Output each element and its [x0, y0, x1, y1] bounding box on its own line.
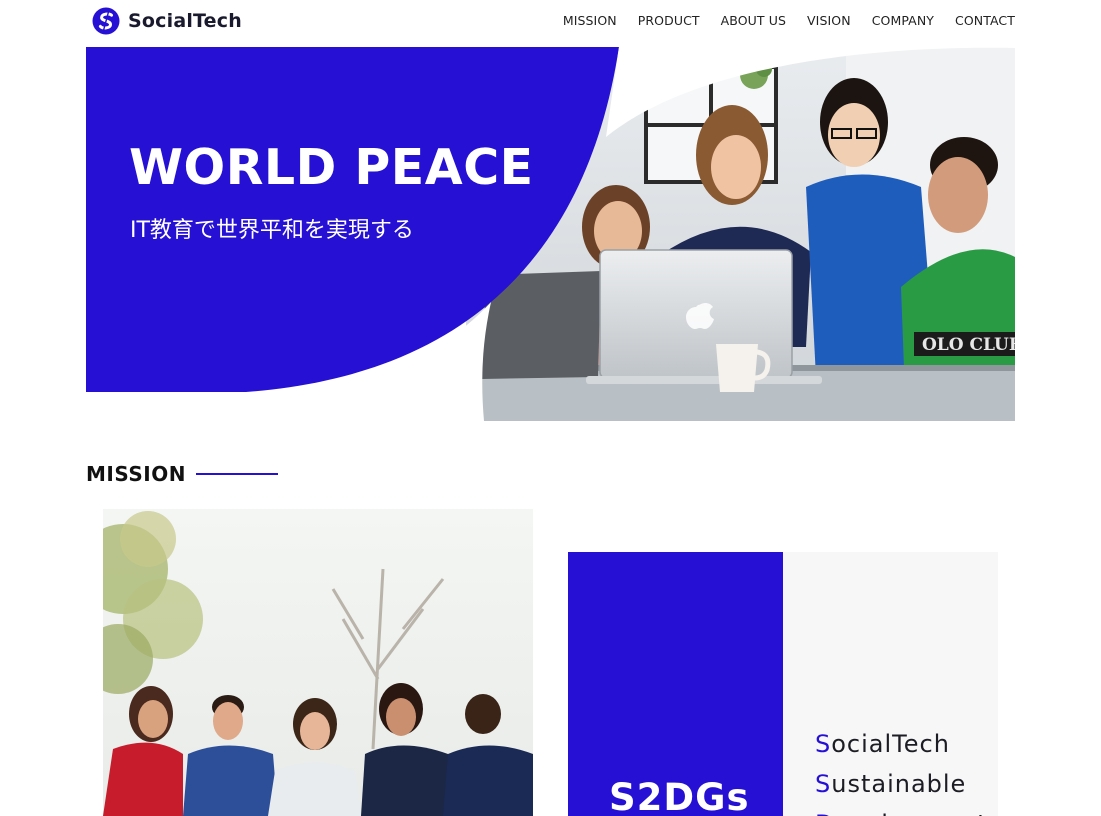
brand-logo[interactable]: SocialTech: [92, 7, 242, 35]
nav-company[interactable]: COMPANY: [872, 13, 934, 28]
nav-about-us[interactable]: ABOUT US: [721, 13, 786, 28]
nav-mission[interactable]: MISSION: [563, 13, 617, 28]
nav-product[interactable]: PRODUCT: [638, 13, 700, 28]
nav-vision[interactable]: VISION: [807, 13, 851, 28]
mission-heading: MISSION: [86, 462, 278, 486]
acronym-list: SocialTech Sustainable Development: [815, 724, 988, 816]
nav-contact[interactable]: CONTACT: [955, 13, 1015, 28]
acronym-line: Sustainable: [815, 770, 967, 798]
hero-subtitle: IT教育で世界平和を実現する: [130, 218, 414, 243]
svg-text:OLO CLUB: OLO CLUB: [922, 335, 1015, 355]
logo-s-icon: [92, 7, 120, 35]
team-photo-image: [103, 509, 533, 816]
acronym-line: SocialTech: [815, 730, 950, 758]
main-nav: MISSION PRODUCT ABOUT US VISION COMPANY …: [563, 13, 1015, 28]
team-photo: [103, 509, 533, 816]
mission-title: MISSION: [86, 462, 186, 486]
acronym-line: Development: [815, 804, 988, 816]
s2dgs-card: S2DGs SocialTech Sustainable Development: [568, 552, 998, 816]
hero-title: WORLD PEACE: [129, 139, 534, 196]
card-title: S2DGs: [609, 776, 750, 816]
mission-underline: [195, 473, 278, 475]
brand-name: SocialTech: [128, 10, 242, 32]
hero-banner: OLO CLUB WORLD PEACE IT教育で世界平和を実現する: [86, 47, 1015, 421]
